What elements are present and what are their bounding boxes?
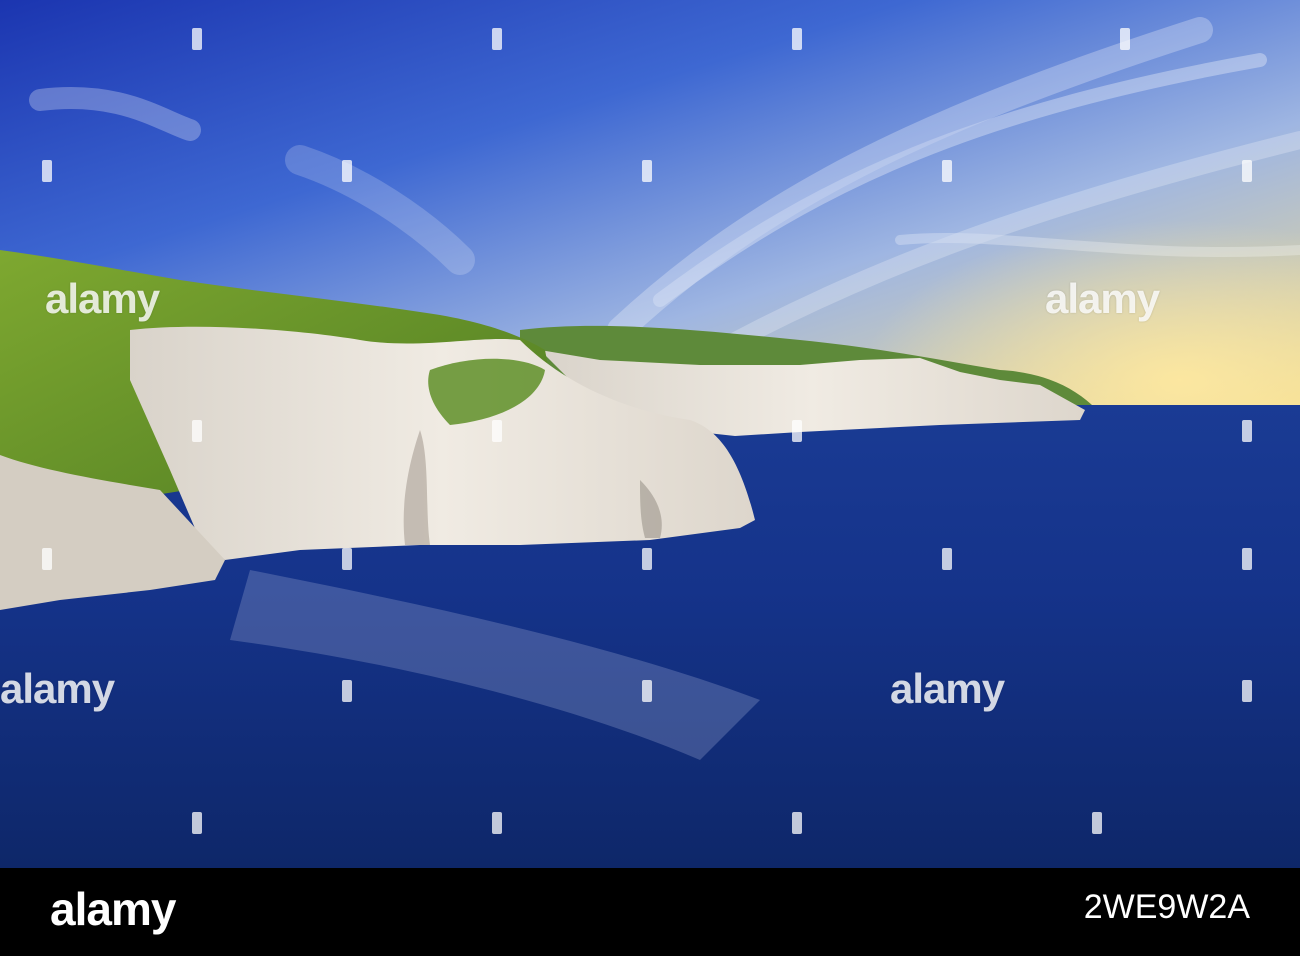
stock-photo-frame: alamy alamy alamy alamy alamy 2WE9W2A	[0, 0, 1300, 956]
watermark-text: alamy	[890, 665, 1005, 712]
coastal-cliffs-photo: alamy alamy alamy alamy	[0, 0, 1300, 868]
alamy-logo: alamy	[50, 883, 176, 935]
watermark-mark	[942, 548, 952, 570]
watermark-mark	[942, 160, 952, 182]
watermark-mark	[1242, 680, 1252, 702]
watermark-mark	[792, 420, 802, 442]
watermark-mark	[1092, 812, 1102, 834]
watermark-mark	[492, 420, 502, 442]
watermark-mark	[492, 812, 502, 834]
watermark-mark	[642, 680, 652, 702]
watermark-text: alamy	[1045, 275, 1160, 322]
watermark-text: alamy	[45, 275, 160, 322]
watermark-mark	[342, 548, 352, 570]
watermark-mark	[192, 420, 202, 442]
watermark-mark	[192, 812, 202, 834]
watermark-mark	[792, 812, 802, 834]
watermark-mark	[1242, 420, 1252, 442]
watermark-mark	[642, 160, 652, 182]
image-id: 2WE9W2A	[1083, 888, 1250, 926]
watermark-mark	[1242, 160, 1252, 182]
watermark-mark	[1120, 28, 1130, 50]
watermark-mark	[342, 680, 352, 702]
watermark-mark	[192, 28, 202, 50]
watermark-mark	[1242, 548, 1252, 570]
watermark-mark	[642, 548, 652, 570]
watermark-mark	[42, 160, 52, 182]
watermark-mark	[342, 160, 352, 182]
watermark-mark	[492, 28, 502, 50]
watermark-mark	[792, 28, 802, 50]
watermark-text: alamy	[0, 665, 115, 712]
watermark-mark	[42, 548, 52, 570]
stock-credit-bar: alamy 2WE9W2A	[0, 868, 1300, 956]
